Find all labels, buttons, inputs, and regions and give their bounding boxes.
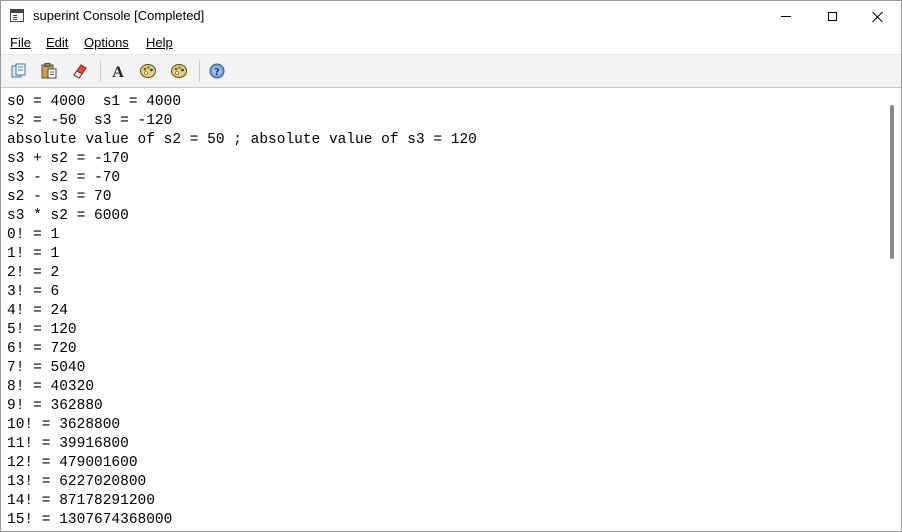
console-line: 6! = 720	[7, 341, 77, 357]
console-line: 8! = 40320	[7, 379, 95, 395]
console-line: s3 * s2 = 6000	[7, 208, 129, 224]
close-icon	[872, 11, 884, 23]
maximize-icon	[827, 12, 837, 21]
console-output[interactable]: s0 = 4000 s1 = 4000 s2 = -50 s3 = -120 abs…	[1, 88, 885, 531]
console-line: 4! = 24	[7, 303, 68, 319]
menu-options[interactable]: Options	[84, 35, 129, 50]
scrollbar-thumb[interactable]	[890, 105, 894, 259]
console-line: 2! = 2	[7, 265, 60, 281]
console-line: s3 + s2 = -170	[7, 151, 129, 167]
copy-icon[interactable]	[10, 62, 28, 80]
console-line: 12! = 479001600	[7, 455, 138, 471]
palette-icon[interactable]	[170, 62, 188, 80]
menu-help-label: Help	[146, 35, 173, 50]
console-line: s3 - s2 = -70	[7, 170, 121, 186]
help-icon[interactable]: ?	[208, 62, 226, 80]
console-line: 5! = 120	[7, 322, 77, 338]
svg-text:A: A	[112, 64, 124, 80]
minimize-button[interactable]	[763, 1, 809, 32]
menu-edit-label: Edit	[46, 35, 69, 50]
menu-file[interactable]: File	[10, 35, 31, 50]
console-line: 15! = 1307674368000	[7, 512, 173, 528]
toolbar: A ?	[1, 55, 901, 88]
vertical-scrollbar[interactable]	[885, 88, 901, 531]
console-line: absolute value of s2 = 50 ; absolute val…	[7, 132, 477, 148]
console-line: 13! = 6227020800	[7, 474, 147, 490]
window-title: superint Console [Completed]	[33, 8, 205, 23]
console-text: s0 = 4000 s1 = 4000 s2 = -50 s3 = -120 abs…	[7, 93, 477, 530]
font-icon[interactable]: A	[109, 62, 127, 80]
menu-file-label: File	[10, 35, 31, 50]
console-window: superint Console [Completed] File Edit O…	[0, 0, 902, 532]
menu-help[interactable]: Help	[146, 35, 173, 50]
menu-edit[interactable]: Edit	[46, 35, 68, 50]
console-line: 14! = 87178291200	[7, 493, 155, 509]
app-window-icon	[10, 9, 24, 22]
toolbar-separator	[199, 60, 200, 82]
console-line: 9! = 362880	[7, 398, 103, 414]
console-line: s2 - s3 = 70	[7, 189, 112, 205]
console-line: s2 = -50 s3 = -120	[7, 113, 173, 129]
close-button[interactable]	[855, 1, 901, 32]
svg-text:?: ?	[214, 67, 220, 78]
palette-icon[interactable]	[139, 62, 157, 80]
console-line: 10! = 3628800	[7, 417, 121, 433]
console-line: 7! = 5040	[7, 360, 86, 376]
console-line: 0! = 1	[7, 227, 60, 243]
console-line: s0 = 4000 s1 = 4000	[7, 94, 182, 110]
title-bar[interactable]: superint Console [Completed]	[1, 1, 901, 32]
menu-bar: File Edit Options Help	[1, 32, 901, 55]
minimize-icon	[781, 16, 791, 17]
menu-options-label: Options	[84, 35, 129, 50]
maximize-button[interactable]	[809, 1, 855, 32]
paste-icon[interactable]	[40, 62, 58, 80]
clear-icon[interactable]	[71, 62, 89, 80]
console-line: 11! = 39916800	[7, 436, 129, 452]
console-line: 1! = 1	[7, 246, 60, 262]
console-line: 3! = 6	[7, 284, 60, 300]
toolbar-separator	[100, 60, 101, 82]
